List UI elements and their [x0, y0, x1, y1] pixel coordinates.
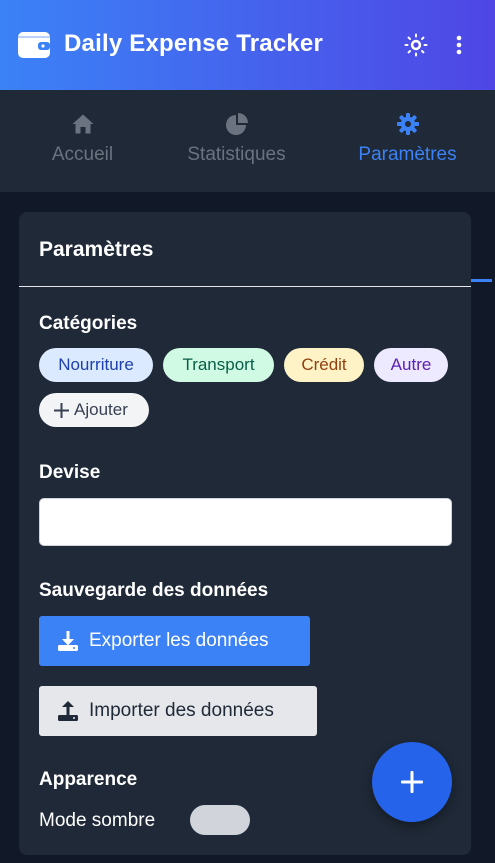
- add-category-button[interactable]: Ajouter: [39, 393, 149, 427]
- currency-input[interactable]: [39, 498, 452, 546]
- more-vertical-icon[interactable]: [449, 33, 469, 57]
- export-data-label: Exporter les données: [89, 630, 269, 651]
- tab-statistics[interactable]: Statistiques: [154, 90, 319, 190]
- sun-icon[interactable]: [404, 33, 428, 57]
- currency-label: Devise: [39, 462, 101, 483]
- appearance-label: Apparence: [39, 769, 138, 790]
- backup-label: Sauvegarde des données: [39, 580, 269, 601]
- categories-label: Catégories: [39, 313, 138, 334]
- pie-chart-icon: [225, 113, 248, 135]
- import-data-label: Importer des données: [89, 700, 274, 721]
- wallet-icon: [18, 32, 50, 58]
- tab-settings-label: Paramètres: [358, 144, 457, 165]
- tab-home-label: Accueil: [51, 144, 114, 165]
- category-chip-nourriture[interactable]: Nourriture: [39, 348, 153, 382]
- gear-icon: [396, 113, 419, 135]
- download-icon: [58, 631, 78, 651]
- plus-icon: [54, 403, 69, 418]
- app-title: Daily Expense Tracker: [64, 30, 324, 57]
- add-category-label: Ajouter: [74, 400, 128, 419]
- import-data-button[interactable]: Importer des données: [39, 686, 317, 736]
- tab-statistics-label: Statistiques: [187, 144, 286, 165]
- category-chip-autre[interactable]: Autre: [374, 348, 448, 382]
- home-icon: [72, 114, 93, 134]
- tab-bar: Accueil Statistiques Paramètres: [0, 90, 495, 282]
- export-data-button[interactable]: Exporter les données: [39, 616, 310, 666]
- app-header: Daily Expense Tracker: [0, 0, 495, 90]
- tab-home[interactable]: Accueil: [0, 90, 165, 190]
- plus-icon: [401, 771, 423, 793]
- add-expense-button[interactable]: [372, 742, 452, 822]
- category-chip-transport[interactable]: Transport: [163, 348, 274, 382]
- tab-settings[interactable]: Paramètres: [325, 90, 490, 190]
- category-chip-credit[interactable]: Crédit: [284, 348, 364, 382]
- divider: [19, 286, 471, 287]
- settings-title: Paramètres: [39, 238, 154, 261]
- dark-mode-toggle[interactable]: [190, 805, 250, 835]
- upload-icon: [58, 701, 78, 721]
- dark-mode-label: Mode sombre: [39, 810, 156, 831]
